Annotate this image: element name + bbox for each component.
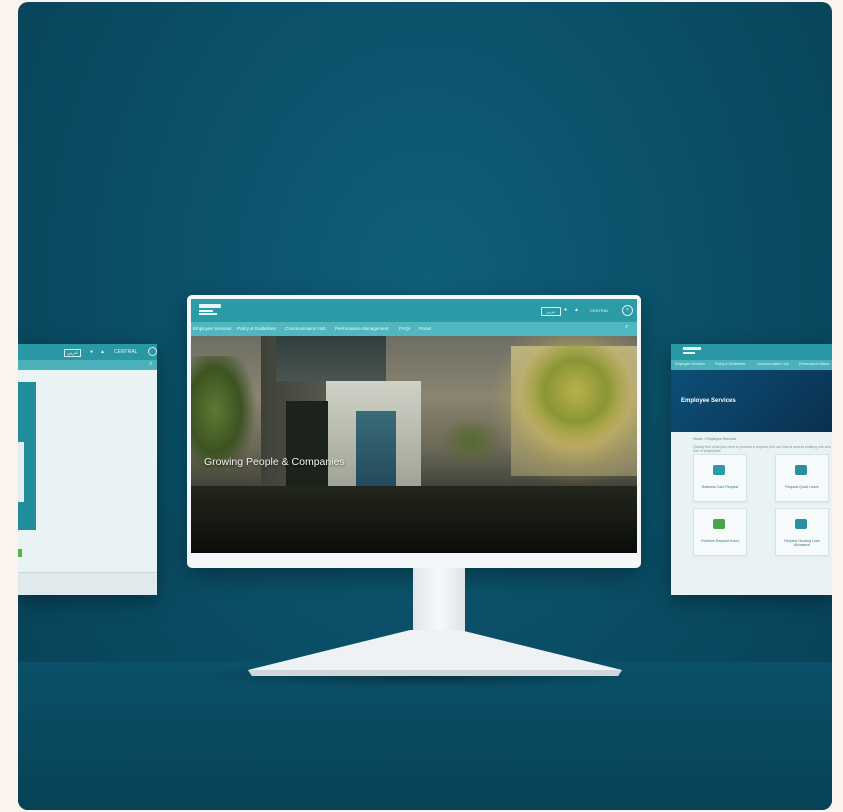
nav-communication[interactable]: Communication Hub xyxy=(285,326,326,331)
money-hand-icon xyxy=(713,519,725,529)
service-card[interactable]: Overtime Request Hours xyxy=(693,508,747,556)
panel-inner xyxy=(18,442,24,502)
bell-icon[interactable]: ● xyxy=(90,349,93,355)
card-label: Request Housing Loan Allowance xyxy=(784,539,820,547)
left-side-screen: عربي ● ▲ CENTRAL ⌕ xyxy=(18,344,157,595)
card-label: Business Card Request xyxy=(701,485,739,489)
nav-faqs[interactable]: FAQs xyxy=(399,326,410,331)
palm-tree xyxy=(521,346,631,446)
right-side-screen: Employee Services Policy & Guidelines Co… xyxy=(671,344,832,595)
monitor: عربي ● ▲ CENTRAL × Employee Services Pol… xyxy=(187,295,641,568)
home-money-icon xyxy=(795,519,807,529)
nav-item[interactable]: Performance Mana xyxy=(799,362,829,366)
hero-tagline: Growing People & Companies xyxy=(204,456,345,468)
left-topbar: عربي ● ▲ CENTRAL xyxy=(18,344,157,360)
lang-button[interactable]: عربي xyxy=(64,349,82,357)
building-glass xyxy=(276,336,386,381)
status-indicator xyxy=(18,549,22,557)
card-label: Overtime Request Hours xyxy=(700,539,740,543)
nav-portal[interactable]: Portal xyxy=(419,326,431,331)
settings-circle-icon[interactable] xyxy=(148,347,157,356)
nav-employee-services[interactable]: Employee Services xyxy=(193,326,232,331)
search-icon[interactable]: ⌕ xyxy=(149,361,152,368)
logo[interactable] xyxy=(683,347,701,357)
user-icon[interactable]: ▲ xyxy=(574,307,580,313)
service-card[interactable]: Business Card Request xyxy=(693,454,747,502)
right-navbar: Employee Services Policy & Guidelines Co… xyxy=(671,360,832,370)
bell-icon[interactable]: ● xyxy=(564,307,570,313)
contact-text: CENTRAL xyxy=(590,308,609,313)
monitor-neck xyxy=(413,568,465,634)
nav-policy[interactable]: Policy & Guidelines xyxy=(237,326,276,331)
id-card-icon xyxy=(713,465,725,475)
lang-button[interactable]: عربي xyxy=(541,307,561,316)
right-topbar xyxy=(671,344,832,360)
user-icon[interactable]: ▲ xyxy=(100,349,105,355)
entrance-shadow xyxy=(286,401,328,491)
monitor-base xyxy=(248,630,622,676)
logo[interactable] xyxy=(199,304,221,316)
clipboard-icon xyxy=(795,465,807,475)
nav-item[interactable]: Policy & Guidelines xyxy=(715,362,745,366)
left-navbar: ⌕ xyxy=(18,360,157,370)
showcase-frame: عربي ● ▲ CENTRAL ⌕ Employee Services Pol… xyxy=(18,2,832,810)
menu-circle-icon[interactable]: × xyxy=(622,305,633,316)
nav-item[interactable]: Communication Hub xyxy=(757,362,789,366)
service-card[interactable]: Request Quick Leave xyxy=(775,454,829,502)
entrance-door xyxy=(356,411,396,491)
monitor-screen: عربي ● ▲ CENTRAL × Employee Services Pol… xyxy=(191,299,637,553)
left-panel xyxy=(18,382,36,530)
card-label: Request Quick Leave xyxy=(785,485,819,489)
hero-title: Employee Services xyxy=(681,398,736,404)
shrubs xyxy=(441,416,501,466)
nav-item[interactable]: Employee Services xyxy=(675,362,705,366)
topbar: عربي ● ▲ CENTRAL × xyxy=(191,299,637,322)
breadcrumb[interactable]: Home > Employee Services xyxy=(693,437,736,441)
main-navbar: Employee Services Policy & Guidelines Co… xyxy=(191,322,637,336)
hero-photo: Growing People & Companies xyxy=(191,336,637,553)
service-card[interactable]: Request Housing Loan Allowance xyxy=(775,508,829,556)
description: Quickly find what you need to process a … xyxy=(693,445,831,453)
search-icon[interactable]: ⌕ xyxy=(625,324,628,331)
bottom-strip xyxy=(18,572,157,595)
nav-performance[interactable]: Performance Management xyxy=(335,326,388,331)
contact-text: CENTRAL xyxy=(114,349,138,355)
ground-shadow xyxy=(191,486,637,553)
